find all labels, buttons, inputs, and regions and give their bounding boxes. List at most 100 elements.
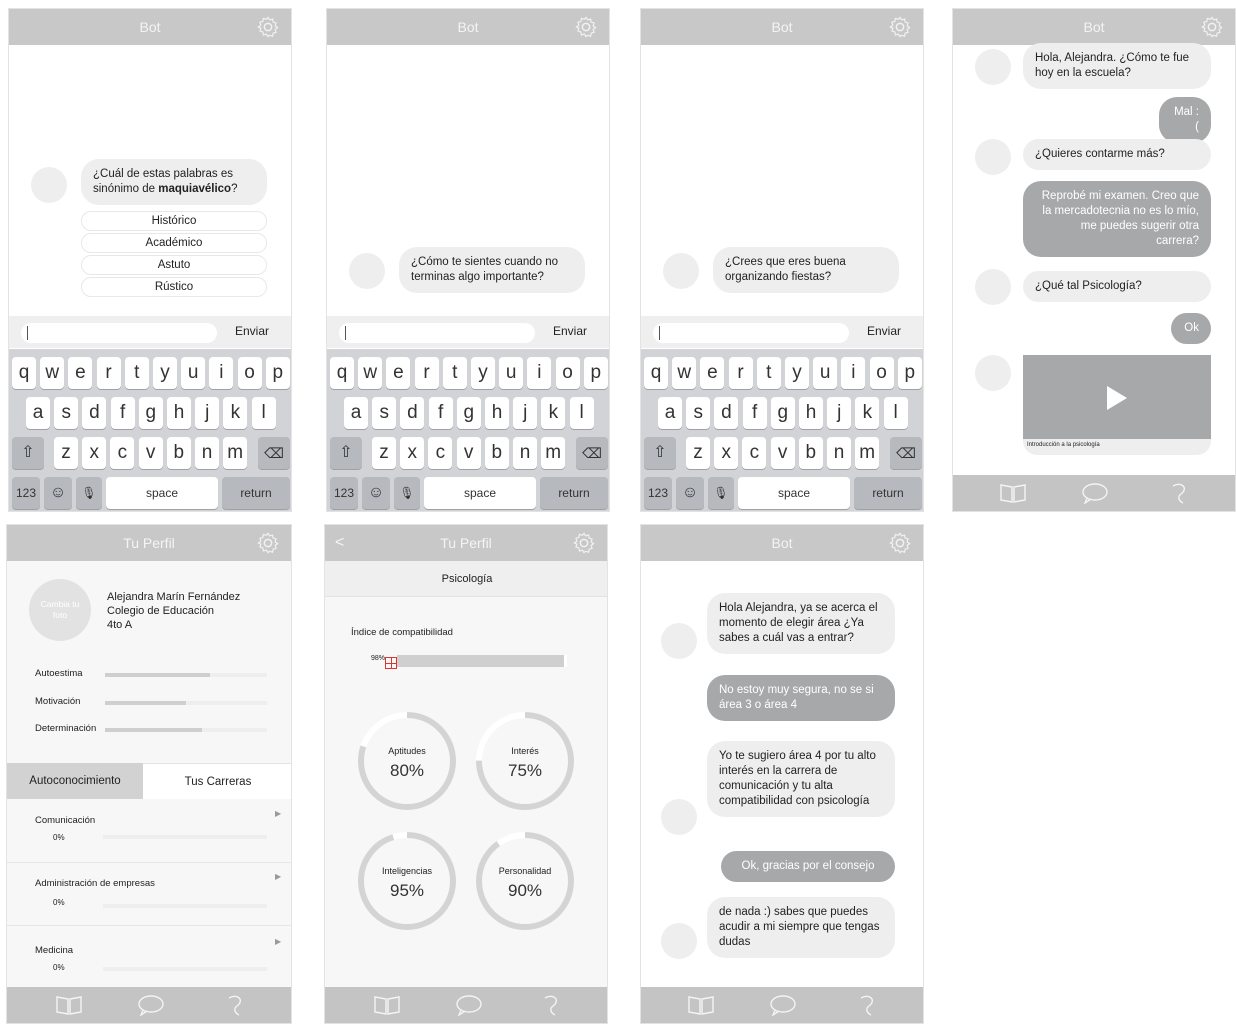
emoji-key[interactable]: ☺ — [44, 477, 72, 509]
answer-option[interactable]: Histórico — [81, 211, 267, 231]
key-b[interactable]: b — [484, 437, 509, 469]
key-e[interactable]: e — [68, 357, 93, 389]
key-h[interactable]: h — [167, 397, 191, 429]
return-key[interactable]: return — [222, 477, 290, 509]
key-u[interactable]: u — [813, 357, 838, 389]
key-o[interactable]: o — [869, 357, 894, 389]
key-x[interactable]: x — [82, 437, 107, 469]
key-j[interactable]: j — [195, 397, 220, 429]
key-u[interactable]: u — [499, 357, 524, 389]
key-i[interactable]: i — [841, 357, 866, 389]
career-row[interactable]: Administración de empresas 0% ▶ — [7, 864, 291, 926]
key-v[interactable]: v — [770, 437, 795, 469]
key-c[interactable]: c — [428, 437, 453, 469]
career-row[interactable]: Medicina 0% ▶ — [7, 927, 291, 989]
key-o[interactable]: o — [237, 357, 262, 389]
key-b[interactable]: b — [798, 437, 823, 469]
emoji-key[interactable]: ☺ — [676, 477, 704, 509]
key-y[interactable]: y — [153, 357, 177, 389]
backspace-key[interactable]: ⌫ — [890, 437, 922, 469]
key-a[interactable]: a — [658, 397, 682, 429]
play-icon[interactable] — [1105, 385, 1129, 411]
key-z[interactable]: z — [686, 437, 710, 469]
key-q[interactable]: q — [12, 357, 36, 389]
key-t[interactable]: t — [756, 357, 781, 389]
key-i[interactable]: i — [527, 357, 552, 389]
swirl-icon[interactable] — [221, 994, 249, 1016]
send-button[interactable]: Enviar — [867, 324, 901, 338]
tab-autoconocimiento[interactable]: Autoconocimiento — [7, 763, 143, 799]
space-key[interactable]: space — [106, 477, 218, 509]
shift-key[interactable]: ⇧ — [12, 437, 44, 469]
key-n[interactable]: n — [513, 437, 537, 469]
key-c[interactable]: c — [110, 437, 135, 469]
swirl-icon[interactable] — [853, 994, 881, 1016]
key-e[interactable]: e — [386, 357, 411, 389]
gear-icon[interactable] — [573, 532, 595, 554]
key-n[interactable]: n — [195, 437, 219, 469]
key-p[interactable]: p — [265, 357, 290, 389]
key-f[interactable]: f — [742, 397, 767, 429]
key-r[interactable]: r — [96, 357, 121, 389]
change-photo-button[interactable]: Cambia tu foto — [29, 579, 91, 641]
key-k[interactable]: k — [855, 397, 880, 429]
shift-key[interactable]: ⇧ — [644, 437, 676, 469]
numbers-key[interactable]: 123 — [644, 477, 672, 509]
key-d[interactable]: d — [400, 397, 425, 429]
key-g[interactable]: g — [138, 397, 163, 429]
gear-icon[interactable] — [889, 532, 911, 554]
key-p[interactable]: p — [897, 357, 922, 389]
key-m[interactable]: m — [855, 437, 880, 469]
key-r[interactable]: r — [728, 357, 753, 389]
key-j[interactable]: j — [513, 397, 538, 429]
emoji-key[interactable]: ☺ — [362, 477, 390, 509]
chat-bubble-icon[interactable] — [137, 994, 165, 1016]
numbers-key[interactable]: 123 — [330, 477, 358, 509]
key-m[interactable]: m — [223, 437, 248, 469]
key-t[interactable]: t — [124, 357, 149, 389]
key-z[interactable]: z — [372, 437, 396, 469]
key-r[interactable]: r — [414, 357, 439, 389]
gear-icon[interactable] — [1201, 16, 1223, 38]
key-q[interactable]: q — [644, 357, 668, 389]
chat-bubble-icon[interactable] — [455, 994, 483, 1016]
key-s[interactable]: s — [372, 397, 397, 429]
key-g[interactable]: g — [770, 397, 795, 429]
book-icon[interactable] — [373, 994, 401, 1016]
answer-option[interactable]: Astuto — [81, 255, 267, 275]
key-g[interactable]: g — [456, 397, 481, 429]
key-b[interactable]: b — [166, 437, 191, 469]
key-w[interactable]: w — [40, 357, 65, 389]
key-e[interactable]: e — [700, 357, 725, 389]
message-input[interactable] — [653, 323, 849, 343]
key-x[interactable]: x — [400, 437, 425, 469]
return-key[interactable]: return — [854, 477, 922, 509]
key-d[interactable]: d — [714, 397, 739, 429]
key-v[interactable]: v — [456, 437, 481, 469]
chat-bubble-icon[interactable] — [1081, 482, 1109, 504]
gear-icon[interactable] — [889, 16, 911, 38]
chevron-right-icon[interactable]: ▶ — [275, 937, 281, 946]
tab-tus-carreras[interactable]: Tus Carreras — [143, 763, 291, 799]
mic-key[interactable]: 🎙 — [394, 477, 420, 509]
return-key[interactable]: return — [540, 477, 608, 509]
gear-icon[interactable] — [257, 16, 279, 38]
numbers-key[interactable]: 123 — [12, 477, 40, 509]
key-p[interactable]: p — [583, 357, 608, 389]
swirl-icon[interactable] — [1165, 482, 1193, 504]
answer-option[interactable]: Académico — [81, 233, 267, 253]
backspace-key[interactable]: ⌫ — [258, 437, 290, 469]
book-icon[interactable] — [999, 482, 1027, 504]
mic-key[interactable]: 🎙 — [708, 477, 734, 509]
key-i[interactable]: i — [209, 357, 234, 389]
back-button[interactable]: < — [335, 525, 344, 561]
key-w[interactable]: w — [358, 357, 383, 389]
space-key[interactable]: space — [424, 477, 536, 509]
key-j[interactable]: j — [827, 397, 852, 429]
send-button[interactable]: Enviar — [235, 324, 269, 338]
key-n[interactable]: n — [827, 437, 851, 469]
key-z[interactable]: z — [54, 437, 78, 469]
key-l[interactable]: l — [883, 397, 908, 429]
key-l[interactable]: l — [251, 397, 276, 429]
message-input[interactable] — [339, 323, 535, 343]
